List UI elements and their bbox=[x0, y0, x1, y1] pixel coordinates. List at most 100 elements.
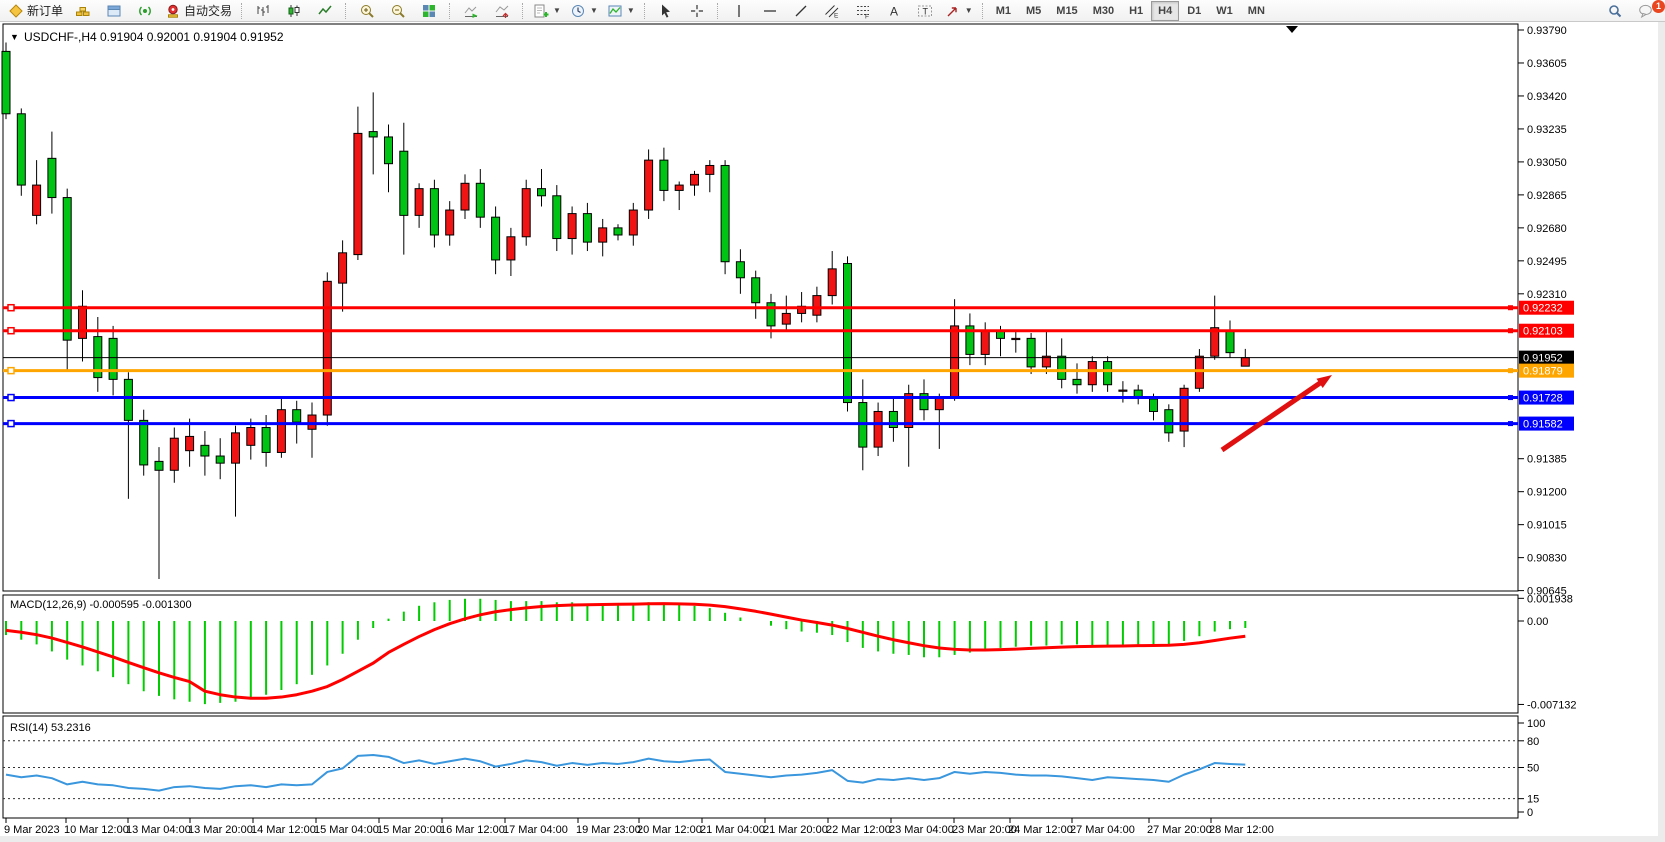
time-axis-label: 9 Mar 2023 bbox=[4, 824, 60, 836]
line-chart-mode-button[interactable] bbox=[310, 0, 340, 22]
candle-body bbox=[63, 198, 71, 341]
price-badge-0.91582: 0.91582 bbox=[1519, 417, 1574, 431]
timeframe-M30[interactable]: M30 bbox=[1086, 1, 1121, 21]
horizontal-line-tool-button[interactable] bbox=[755, 0, 785, 22]
timeframe-H4[interactable]: H4 bbox=[1151, 1, 1179, 21]
new-order-button[interactable]: 新订单 bbox=[4, 0, 67, 22]
time-axis-label: 21 Mar 04:00 bbox=[700, 824, 765, 836]
chevron-down-icon[interactable]: ▼ bbox=[590, 6, 598, 15]
fibonacci-tool-button[interactable]: F bbox=[848, 0, 878, 22]
line-handle-right[interactable] bbox=[1508, 368, 1513, 373]
timeframe-D1[interactable]: D1 bbox=[1180, 1, 1208, 21]
text-label-tool-button[interactable]: T bbox=[910, 0, 940, 22]
window-right-edge bbox=[1658, 22, 1665, 842]
candle-body bbox=[660, 160, 668, 190]
new-chart-icon bbox=[533, 3, 549, 19]
chart-shift-button[interactable] bbox=[487, 0, 517, 22]
signals-icon bbox=[137, 3, 153, 19]
candle-chart-mode-button[interactable] bbox=[279, 0, 309, 22]
candle-body bbox=[1073, 379, 1081, 384]
chevron-down-icon[interactable]: ▼ bbox=[965, 6, 973, 15]
line-handle-left[interactable] bbox=[8, 395, 14, 401]
time-axis-label: 13 Mar 04:00 bbox=[126, 824, 191, 836]
market-watch-window-button[interactable] bbox=[99, 0, 129, 22]
price-badge-0.92232: 0.92232 bbox=[1519, 301, 1574, 315]
price-axis-label: 0.93050 bbox=[1527, 157, 1567, 169]
candle-body bbox=[752, 278, 760, 303]
timeframe-M1[interactable]: M1 bbox=[989, 1, 1018, 21]
candle-body bbox=[599, 228, 607, 242]
line-handle-left[interactable] bbox=[8, 305, 14, 311]
vertical-line-tool-button[interactable] bbox=[724, 0, 754, 22]
time-axis-label: 17 Mar 04:00 bbox=[503, 824, 568, 836]
collapse-icon[interactable]: ▼ bbox=[10, 32, 19, 42]
text-tool-button[interactable]: A bbox=[879, 0, 909, 22]
equidistant-channel-tool-button[interactable]: E bbox=[817, 0, 847, 22]
candle-body bbox=[430, 189, 438, 235]
cursor-button[interactable] bbox=[651, 0, 681, 22]
trendline-tool-icon bbox=[793, 3, 809, 19]
trendline-tool-button[interactable] bbox=[786, 0, 816, 22]
auto-scroll-button[interactable] bbox=[456, 0, 486, 22]
market-watch-window-icon bbox=[106, 3, 122, 19]
line-handle-left[interactable] bbox=[8, 421, 14, 427]
chevron-down-icon[interactable]: ▼ bbox=[627, 6, 635, 15]
notifications-icon[interactable]: 1 bbox=[1631, 0, 1661, 22]
macd-axis-label: 0.00 bbox=[1527, 616, 1548, 628]
candle-body bbox=[17, 114, 25, 185]
templates-button[interactable]: ▼ bbox=[603, 0, 639, 22]
rsi-axis-label: 100 bbox=[1527, 718, 1545, 730]
candle-body bbox=[935, 397, 943, 409]
crosshair-button[interactable] bbox=[682, 0, 712, 22]
time-axis-label: 28 Mar 12:00 bbox=[1209, 824, 1274, 836]
chevron-down-icon[interactable]: ▼ bbox=[553, 6, 561, 15]
price-axis-label: 0.91015 bbox=[1527, 520, 1567, 532]
auto-trading-button[interactable]: 自动交易 bbox=[161, 0, 236, 22]
candle-body bbox=[507, 237, 515, 260]
line-handle-left[interactable] bbox=[8, 368, 14, 374]
arrows-tool-button[interactable]: ▼ bbox=[941, 0, 977, 22]
timeframe-MN[interactable]: MN bbox=[1241, 1, 1272, 21]
candle-body bbox=[889, 411, 897, 427]
timeframe-H1[interactable]: H1 bbox=[1122, 1, 1150, 21]
signals-button[interactable] bbox=[130, 0, 160, 22]
price-axis-label: 0.90830 bbox=[1527, 553, 1567, 565]
gold-bars-button[interactable] bbox=[68, 0, 98, 22]
candle-body bbox=[323, 281, 331, 415]
line-handle-right[interactable] bbox=[1508, 328, 1513, 333]
price-axis-label: 0.92495 bbox=[1527, 256, 1567, 268]
candle-body bbox=[691, 174, 699, 185]
line-handle-right[interactable] bbox=[1508, 421, 1513, 426]
zoom-in-button[interactable] bbox=[352, 0, 382, 22]
svg-text:E: E bbox=[834, 12, 839, 19]
zoom-out-button[interactable] bbox=[383, 0, 413, 22]
timeframe-W1[interactable]: W1 bbox=[1209, 1, 1240, 21]
price-chart[interactable]: 0.937900.936050.934200.932350.930500.928… bbox=[0, 22, 1665, 842]
new-chart-button[interactable]: ▼ bbox=[529, 0, 565, 22]
line-handle-right[interactable] bbox=[1508, 395, 1513, 400]
auto-scroll-icon bbox=[463, 3, 479, 19]
timeframe-M5[interactable]: M5 bbox=[1019, 1, 1048, 21]
candle-body bbox=[354, 133, 362, 254]
candle-body bbox=[492, 217, 500, 260]
toolbar: 新订单 自动交易 ▼ ▼ ▼ E FAT ▼ M1M5M15M30H1H4D1W1MN 1 bbox=[0, 0, 1665, 22]
time-axis-label: 14 Mar 12:00 bbox=[251, 824, 316, 836]
bar-chart-mode-button[interactable] bbox=[248, 0, 278, 22]
candle-body bbox=[706, 165, 714, 174]
candle-body bbox=[2, 51, 10, 113]
tile-windows-button[interactable] bbox=[414, 0, 444, 22]
svg-text:A: A bbox=[890, 4, 898, 18]
candle-body bbox=[614, 228, 622, 235]
line-chart-mode-icon bbox=[317, 3, 333, 19]
line-handle-right[interactable] bbox=[1508, 305, 1513, 310]
candle-body bbox=[782, 313, 790, 324]
line-handle-left[interactable] bbox=[8, 328, 14, 334]
timeframe-M15[interactable]: M15 bbox=[1049, 1, 1084, 21]
time-axis-label: 24 Mar 12:00 bbox=[1008, 824, 1073, 836]
candle-body bbox=[1150, 399, 1158, 411]
candle-body bbox=[538, 189, 546, 196]
svg-text:0.91582: 0.91582 bbox=[1523, 419, 1563, 431]
search-icon[interactable] bbox=[1600, 0, 1630, 22]
periods-button[interactable]: ▼ bbox=[566, 0, 602, 22]
price-badge-0.91728: 0.91728 bbox=[1519, 391, 1574, 405]
